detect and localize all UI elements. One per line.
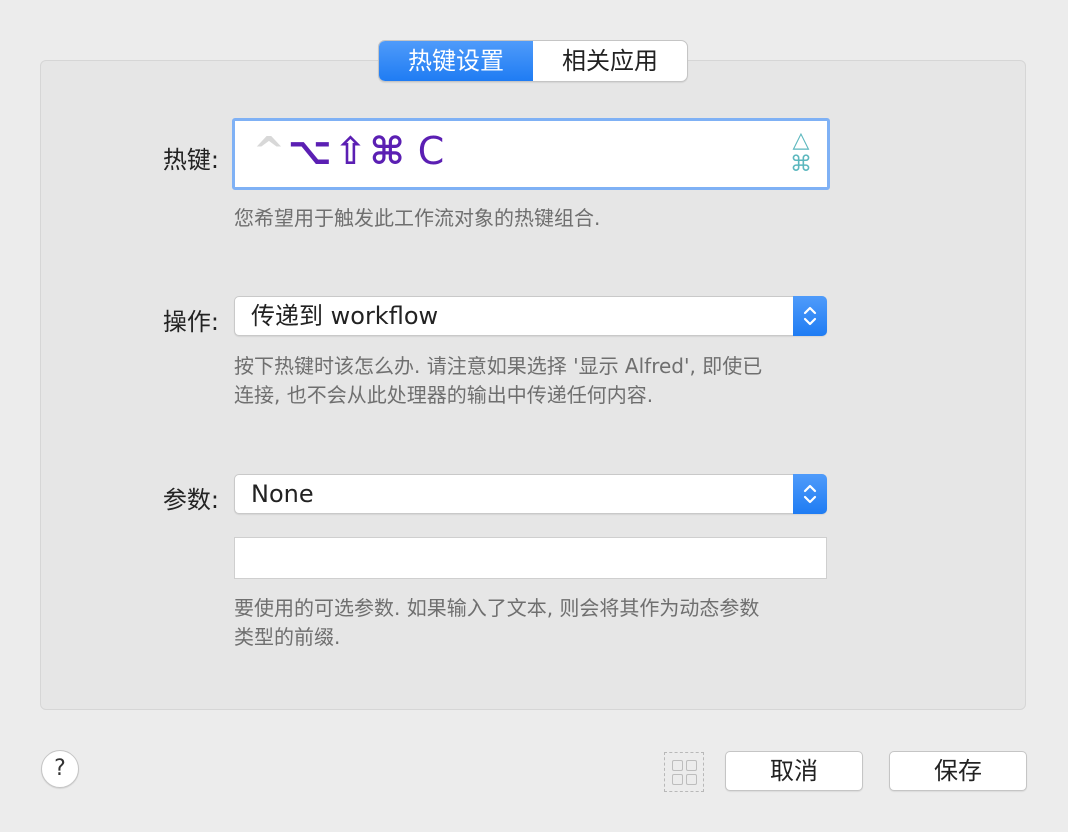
argument-select[interactable]: None (234, 474, 827, 514)
hotkey-recorder-field[interactable]: ^⌥⇧⌘ C △ ⌘ (232, 118, 830, 190)
command-icon: ⌘ (790, 152, 812, 177)
updown-arrows-icon (793, 296, 827, 336)
hotkey-label: 热键: (162, 146, 219, 174)
hotkey-modifier-toggle-icon[interactable]: △ ⌘ (787, 129, 815, 177)
save-button[interactable]: 保存 (889, 751, 1027, 791)
tab-related-apps[interactable]: 相关应用 (533, 41, 687, 81)
action-hint-line2: 连接, 也不会从此处理器的输出中传递任何内容. (234, 383, 654, 407)
argument-hint: 要使用的可选参数. 如果输入了文本, 则会将其作为动态参数 类型的前缀. (234, 594, 759, 652)
cancel-button[interactable]: 取消 (725, 751, 863, 791)
triangle-icon: △ (792, 128, 810, 153)
hotkey-hint: 您希望用于触发此工作流对象的热键组合. (234, 206, 601, 230)
argument-hint-line2: 类型的前缀. (234, 625, 341, 649)
argument-text-field[interactable] (234, 537, 827, 579)
grid-icon[interactable] (664, 752, 704, 792)
hotkey-letter: C (417, 129, 448, 173)
modifier-keys-symbols: ⌥⇧⌘ (287, 129, 408, 173)
action-label: 操作: (162, 308, 219, 336)
tab-bar: 热键设置 相关应用 (378, 40, 688, 82)
action-select-value: 传递到 workflow (251, 302, 439, 330)
hotkey-combination: ^⌥⇧⌘ C (253, 129, 447, 173)
control-key-symbol: ^ (253, 129, 288, 173)
action-hint: 按下热键时该怎么办. 请注意如果选择 '显示 Alfred', 即使已 连接, … (234, 352, 762, 410)
argument-hint-line1: 要使用的可选参数. 如果输入了文本, 则会将其作为动态参数 (234, 596, 760, 620)
argument-label: 参数: (162, 486, 219, 514)
action-hint-line1: 按下热键时该怎么办. 请注意如果选择 '显示 Alfred', 即使已 (234, 354, 763, 378)
updown-arrows-icon (793, 474, 827, 514)
argument-select-value: None (251, 480, 314, 508)
action-select[interactable]: 传递到 workflow (234, 296, 827, 336)
tab-hotkey-settings[interactable]: 热键设置 (379, 41, 533, 81)
help-button[interactable]: ? (41, 750, 79, 788)
